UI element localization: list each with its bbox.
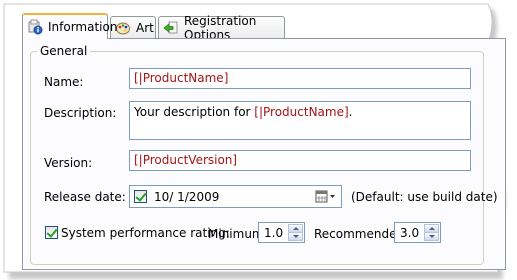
- description-label: Description:: [44, 106, 117, 120]
- release-date-picker[interactable]: 10/ 1/2009: [129, 185, 342, 208]
- description-macro: [|ProductName]: [254, 105, 349, 119]
- name-field[interactable]: [|ProductName]: [129, 68, 471, 89]
- version-value: [|ProductVersion]: [134, 153, 238, 167]
- performance-label: System performance rating:: [61, 226, 230, 240]
- general-group-title: General: [37, 44, 91, 58]
- tab-information-label: Information: [48, 20, 118, 34]
- green-arrow-icon: [163, 20, 179, 36]
- minimum-value: 1.0: [264, 226, 284, 240]
- description-suffix: .: [348, 105, 353, 119]
- calendar-dropdown-icon[interactable]: [315, 190, 337, 204]
- recommended-down-arrow-icon[interactable]: [424, 232, 439, 241]
- description-field[interactable]: Your description for [|ProductName].: [129, 101, 471, 140]
- recommended-stepper[interactable]: 3.0: [394, 222, 441, 243]
- version-label: Version:: [44, 156, 93, 170]
- performance-checkbox[interactable]: [45, 226, 58, 239]
- release-date-value: 10/ 1/2009: [154, 190, 220, 204]
- recommended-value: 3.0: [400, 226, 420, 240]
- description-prefix: Your description for: [134, 105, 255, 119]
- tab-registration-options[interactable]: Registration Options: [158, 14, 285, 42]
- info-package-icon: [27, 19, 43, 35]
- name-value: [|ProductName]: [134, 71, 229, 85]
- version-field[interactable]: [|ProductVersion]: [129, 150, 471, 171]
- release-date-label: Release date:: [44, 190, 126, 204]
- tab-information[interactable]: Information: [22, 13, 117, 39]
- minimum-stepper[interactable]: 1.0: [258, 222, 305, 243]
- release-date-note: (Default: use build date): [351, 190, 498, 204]
- tab-art-label: Art: [136, 20, 154, 35]
- screenshot-stage: Information Art Registration Options Gen…: [0, 0, 517, 280]
- release-date-checkbox[interactable]: [134, 190, 147, 203]
- name-label: Name:: [44, 75, 84, 89]
- minimum-down-arrow-icon[interactable]: [288, 232, 303, 241]
